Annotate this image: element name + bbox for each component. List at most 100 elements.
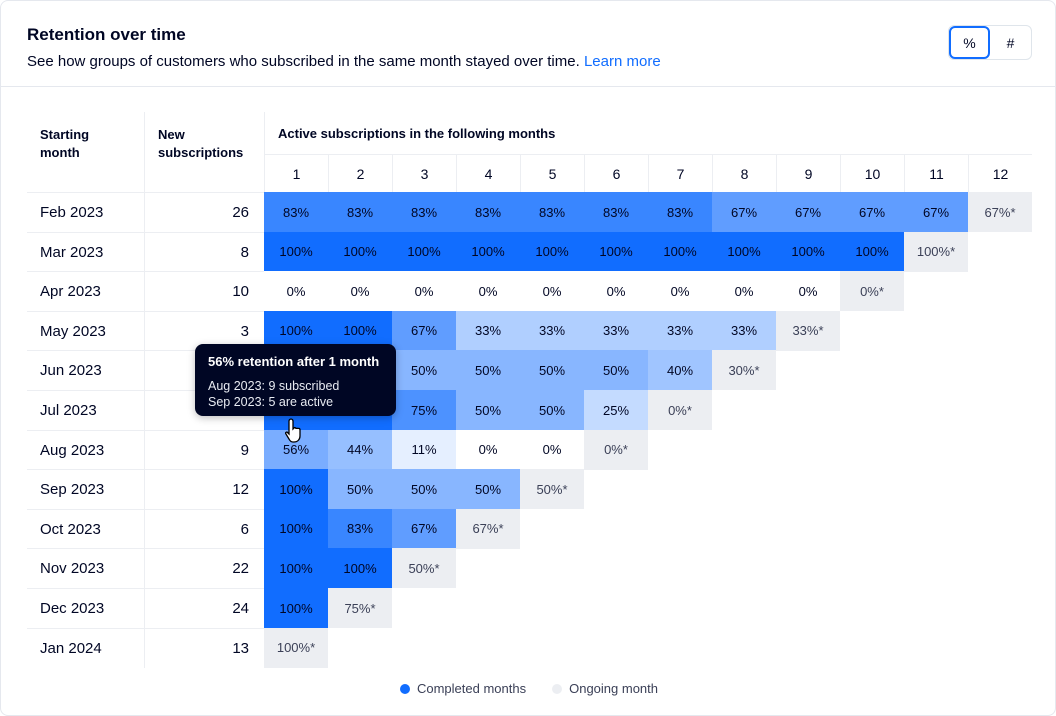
retention-cell[interactable]: 67%	[712, 192, 776, 233]
retention-cell[interactable]: 100%	[712, 231, 776, 272]
month-header-6: 6	[584, 154, 648, 192]
retention-cell[interactable]: 100%	[840, 231, 904, 272]
learn-more-link[interactable]: Learn more	[584, 53, 661, 70]
retention-cell[interactable]: 67%	[840, 192, 904, 233]
retention-cell[interactable]: 50%	[456, 390, 520, 431]
retention-cell[interactable]: 67%	[392, 310, 456, 351]
retention-cell-ongoing[interactable]: 0%*	[584, 429, 648, 470]
retention-cell[interactable]: 100%	[264, 469, 328, 510]
retention-cell[interactable]: 50%	[520, 350, 584, 391]
retention-cell-ongoing[interactable]: 0%*	[648, 390, 712, 431]
retention-cell-ongoing[interactable]: 100%*	[904, 231, 968, 272]
row-new-subscriptions: 6	[144, 508, 264, 549]
retention-cell[interactable]: 100%	[264, 548, 328, 589]
retention-cell[interactable]: 0%	[648, 271, 712, 312]
row-start-month: May 2023	[27, 310, 144, 351]
row-start-month: Jun 2023	[27, 350, 144, 390]
retention-cell[interactable]: 0%	[328, 271, 392, 312]
retention-cell-ongoing[interactable]: 0%*	[840, 271, 904, 312]
retention-cell-ongoing[interactable]: 33%*	[776, 310, 840, 351]
percent-toggle-button[interactable]: %	[949, 26, 990, 59]
retention-cell[interactable]: 67%	[904, 192, 968, 233]
tooltip: 56% retention after 1 month Aug 2023: 9 …	[195, 344, 396, 416]
legend-ongoing: Ongoing month	[552, 681, 658, 696]
retention-cell[interactable]: 33%	[520, 310, 584, 351]
month-header-4: 4	[456, 154, 520, 192]
retention-cell[interactable]: 11%	[392, 429, 456, 470]
retention-cell-ongoing[interactable]: 50%*	[520, 469, 584, 510]
month-header-1: 1	[264, 154, 328, 192]
retention-cell[interactable]: 0%	[456, 429, 520, 470]
retention-cell[interactable]: 100%	[328, 548, 392, 589]
retention-cell[interactable]: 100%	[264, 508, 328, 549]
retention-cell[interactable]: 50%	[584, 350, 648, 391]
retention-cell[interactable]: 100%	[584, 231, 648, 272]
retention-cell[interactable]: 0%	[264, 271, 328, 312]
retention-cell[interactable]: 100%	[456, 231, 520, 272]
retention-cell[interactable]: 83%	[648, 192, 712, 233]
retention-cell[interactable]: 83%	[328, 192, 392, 233]
retention-cell-ongoing[interactable]: 100%*	[264, 627, 328, 668]
retention-cell[interactable]: 0%	[520, 271, 584, 312]
retention-cell[interactable]: 0%	[584, 271, 648, 312]
retention-cell[interactable]: 44%	[328, 429, 392, 470]
retention-cell[interactable]: 33%	[648, 310, 712, 351]
retention-cell[interactable]: 0%	[776, 271, 840, 312]
retention-cell[interactable]: 83%	[520, 192, 584, 233]
retention-cell[interactable]: 0%	[392, 271, 456, 312]
retention-cell[interactable]: 0%	[456, 271, 520, 312]
row-start-month: Sep 2023	[27, 469, 144, 509]
retention-cell-ongoing[interactable]: 67%*	[968, 192, 1032, 233]
row-start-month: Jul 2023	[27, 390, 144, 430]
retention-cell[interactable]: 25%	[584, 390, 648, 431]
row-new-subscriptions: 9	[144, 429, 264, 470]
retention-cell[interactable]: 50%	[392, 469, 456, 510]
retention-cell[interactable]: 100%	[264, 588, 328, 629]
row-start-month: Oct 2023	[27, 508, 144, 549]
retention-cell[interactable]: 50%	[328, 469, 392, 510]
retention-cell-ongoing[interactable]: 50%*	[392, 548, 456, 589]
retention-cell[interactable]: 67%	[776, 192, 840, 233]
row-start-month: Aug 2023	[27, 429, 144, 470]
retention-cell[interactable]: 33%	[456, 310, 520, 351]
retention-cell[interactable]: 100%	[264, 231, 328, 272]
retention-cell[interactable]: 100%	[392, 231, 456, 272]
retention-cell[interactable]: 83%	[456, 192, 520, 233]
row-start-month: Jan 2024	[27, 627, 144, 668]
retention-cell[interactable]: 100%	[776, 231, 840, 272]
row-start-month: Feb 2023	[27, 192, 144, 232]
retention-cell[interactable]: 83%	[328, 508, 392, 549]
retention-cell[interactable]: 50%	[520, 390, 584, 431]
retention-cell[interactable]: 33%	[584, 310, 648, 351]
retention-cell[interactable]: 100%	[328, 231, 392, 272]
month-header-12: 12	[968, 154, 1032, 192]
retention-cell[interactable]: 67%	[392, 508, 456, 549]
retention-cell[interactable]: 75%	[392, 390, 456, 431]
retention-cell-ongoing[interactable]: 30%*	[712, 350, 776, 391]
retention-cell[interactable]: 0%	[520, 429, 584, 470]
ongoing-dot-icon	[552, 684, 563, 694]
retention-cell[interactable]: 50%	[392, 350, 456, 391]
view-toggle: % #	[948, 25, 1032, 60]
card-title: Retention over time	[27, 25, 186, 44]
card-subtitle: See how groups of customers who subscrib…	[27, 53, 661, 70]
retention-cell[interactable]: 100%	[520, 231, 584, 272]
retention-cell[interactable]: 100%	[648, 231, 712, 272]
row-start-month: Apr 2023	[27, 271, 144, 311]
retention-cell[interactable]: 50%	[456, 350, 520, 391]
count-toggle-button[interactable]: #	[990, 26, 1031, 59]
retention-cell-ongoing[interactable]: 75%*	[328, 588, 392, 629]
row-new-subscriptions: 24	[144, 588, 264, 628]
retention-cell[interactable]: 40%	[648, 350, 712, 391]
retention-cell-ongoing[interactable]: 67%*	[456, 508, 520, 549]
row-start-month: Mar 2023	[27, 231, 144, 272]
row-new-subscriptions: 8	[144, 231, 264, 272]
retention-cell[interactable]: 33%	[712, 310, 776, 351]
retention-cell[interactable]: 83%	[584, 192, 648, 233]
retention-cell[interactable]: 83%	[392, 192, 456, 233]
subtitle-text: See how groups of customers who subscrib…	[27, 53, 580, 70]
retention-cell[interactable]: 83%	[264, 192, 328, 233]
retention-cell[interactable]: 50%	[456, 469, 520, 510]
month-header-3: 3	[392, 154, 456, 192]
retention-cell[interactable]: 0%	[712, 271, 776, 312]
